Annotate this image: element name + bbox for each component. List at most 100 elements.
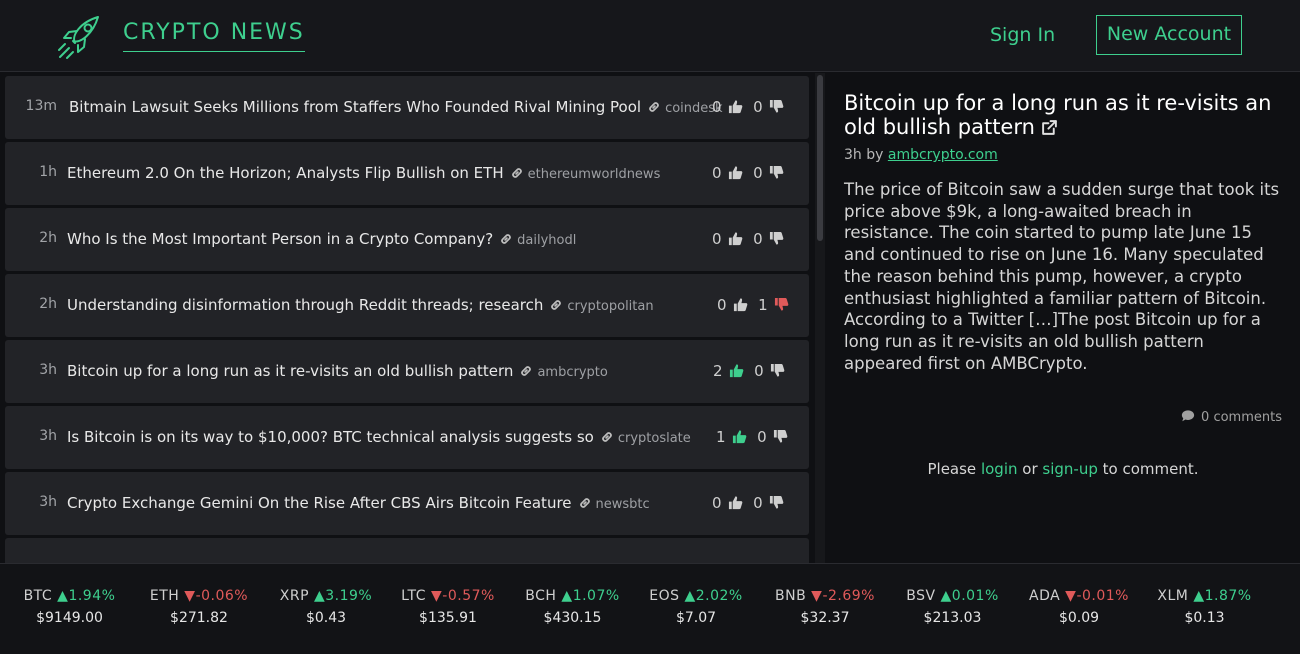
news-headline[interactable]: Understanding disinformation through Red… (67, 296, 543, 314)
news-item[interactable]: 1h Ethereum 2.0 On the Horizon; Analysts… (5, 142, 809, 205)
news-source[interactable]: cryptoslate (618, 431, 691, 446)
news-headline[interactable]: Bitmain Lawsuit Seeks Millions from Staf… (69, 98, 641, 116)
ticker-price: $271.82 (170, 610, 228, 626)
thumbs-down-icon[interactable] (770, 363, 785, 378)
downvote-count: 0 (753, 230, 763, 248)
thumbs-up-icon[interactable] (728, 495, 743, 510)
thumbs-up-icon[interactable] (728, 231, 743, 246)
up-arrow-icon: ▲ (1193, 588, 1205, 604)
news-title[interactable]: Bitcoin up for a long run as it re-visit… (67, 362, 608, 380)
new-account-button[interactable]: New Account (1096, 15, 1242, 55)
ticker-item-ltc[interactable]: LTC ▼-0.57% $135.91 (389, 588, 507, 626)
news-title[interactable]: Ethereum 2.0 On the Horizon; Analysts Fl… (67, 164, 660, 182)
news-time: 2h (39, 230, 57, 246)
news-item[interactable]: 3h Is Bitcoin is on its way to $10,000? … (5, 406, 809, 469)
news-list: 13m Bitmain Lawsuit Seeks Millions from … (0, 73, 815, 563)
news-title[interactable]: Is Bitcoin is on its way to $10,000? BTC… (67, 428, 691, 446)
thumbs-up-icon[interactable] (732, 429, 747, 444)
ticker-item-eos[interactable]: EOS ▲2.02% $7.07 (639, 588, 753, 626)
vote-controls: 0 0 (712, 494, 789, 512)
ticker-item-eth[interactable]: ETH ▼-0.06% $271.82 (136, 588, 262, 626)
ticker-item-ada[interactable]: ADA ▼-0.01% $0.09 (1018, 588, 1140, 626)
news-item[interactable]: 3h Bitcoin up for a long run as it re-vi… (5, 340, 809, 403)
news-headline[interactable]: Ethereum 2.0 On the Horizon; Analysts Fl… (67, 164, 504, 182)
news-title[interactable]: Bitmain Lawsuit Seeks Millions from Staf… (69, 98, 723, 116)
news-title[interactable]: Crypto Exchange Gemini On the Rise After… (67, 494, 650, 512)
news-time: 3h (39, 362, 57, 378)
ticker-item-xrp[interactable]: XRP ▲3.19% $0.43 (270, 588, 382, 626)
ticker-symbol: XLM (1157, 588, 1189, 604)
news-source[interactable]: newsbtc (596, 497, 650, 512)
news-title[interactable]: Understanding disinformation through Red… (67, 296, 654, 314)
ticker-item-bsv[interactable]: BSV ▲0.01% $213.03 (897, 588, 1008, 626)
news-item[interactable]: 3h Crypto Exchange Gemini On the Rise Af… (5, 472, 809, 535)
ticker-change: 0.01% (951, 588, 999, 604)
external-link-icon[interactable] (1041, 119, 1058, 136)
news-source[interactable]: ethereumworldnews (528, 167, 661, 182)
news-item[interactable]: 13m Bitmain Lawsuit Seeks Millions from … (5, 76, 809, 139)
link-icon[interactable] (549, 298, 563, 312)
thumbs-down-icon[interactable] (769, 495, 784, 510)
thumbs-down-icon[interactable] (773, 429, 788, 444)
ticker-item-bch[interactable]: BCH ▲1.07% $430.15 (516, 588, 629, 626)
link-icon[interactable] (510, 166, 524, 180)
ticker-symbol: ADA (1029, 588, 1061, 604)
downvote-count: 0 (753, 494, 763, 512)
link-icon[interactable] (578, 496, 592, 510)
news-headline[interactable]: Crypto Exchange Gemini On the Rise After… (67, 494, 572, 512)
ticker-item-xlm[interactable]: XLM ▲1.87% $0.13 (1148, 588, 1261, 626)
news-source[interactable]: dailyhodl (517, 233, 576, 248)
sign-in-link[interactable]: Sign In (990, 24, 1055, 46)
ticker-symbol: BTC (23, 588, 53, 604)
ticker-symbol: LTC (401, 588, 427, 604)
ticker-symbol: XRP (279, 588, 310, 604)
thumbs-down-icon[interactable] (769, 165, 784, 180)
comments-label[interactable]: 0 comments (1201, 410, 1282, 425)
news-source[interactable]: cryptopolitan (567, 299, 653, 314)
news-headline[interactable]: Is Bitcoin is on its way to $10,000? BTC… (67, 428, 594, 446)
news-headline[interactable]: Bitcoin up for a long run as it re-visit… (67, 362, 513, 380)
news-item[interactable]: 2h Who Is the Most Important Person in a… (5, 208, 809, 271)
prompt-please: Please (927, 460, 977, 478)
list-scrollbar[interactable] (815, 73, 825, 563)
thumbs-down-icon[interactable] (769, 231, 784, 246)
ticker-symbol: BSV (906, 588, 936, 604)
scrollbar-thumb[interactable] (817, 75, 823, 241)
ticker-change: 1.94% (68, 588, 116, 604)
link-icon[interactable] (647, 100, 661, 114)
thumbs-up-icon[interactable] (728, 99, 743, 114)
ticker-price: $0.09 (1058, 610, 1100, 626)
upvote-count: 0 (712, 164, 722, 182)
thumbs-up-icon[interactable] (733, 297, 748, 312)
article-title[interactable]: Bitcoin up for a long run as it re-visit… (844, 91, 1284, 139)
login-link[interactable]: login (981, 460, 1018, 478)
news-source[interactable]: ambcrypto (537, 365, 607, 380)
ticker-price: $7.07 (675, 610, 717, 626)
ticker-item-btc[interactable]: BTC ▲1.94% $9149.00 (13, 588, 126, 626)
upvote-count: 0 (712, 230, 722, 248)
link-icon[interactable] (600, 430, 614, 444)
article-author-link[interactable]: ambcrypto.com (888, 147, 998, 163)
news-item-partial[interactable] (5, 538, 809, 563)
news-time: 13m (25, 98, 57, 114)
news-title[interactable]: Who Is the Most Important Person in a Cr… (67, 230, 576, 248)
signup-link[interactable]: sign-up (1042, 460, 1097, 478)
vote-controls: 0 0 (712, 164, 789, 182)
upvote-count: 2 (713, 362, 723, 380)
site-title[interactable]: CRYPTO NEWS (123, 20, 305, 52)
link-icon[interactable] (519, 364, 533, 378)
rocket-logo-icon[interactable] (56, 12, 104, 60)
thumbs-down-icon[interactable] (769, 99, 784, 114)
link-icon[interactable] (499, 232, 513, 246)
upvote-count: 0 (712, 98, 722, 116)
comments-count[interactable]: 0 comments (1181, 409, 1282, 425)
thumbs-up-icon[interactable] (728, 165, 743, 180)
downvote-count: 1 (758, 296, 768, 314)
up-arrow-icon: ▲ (57, 588, 69, 604)
thumbs-down-icon[interactable] (774, 297, 789, 312)
ticker-price: $9149.00 (36, 610, 103, 626)
thumbs-up-icon[interactable] (729, 363, 744, 378)
news-item[interactable]: 2h Understanding disinformation through … (5, 274, 809, 337)
ticker-item-bnb[interactable]: BNB ▼-2.69% $32.37 (762, 588, 888, 626)
news-headline[interactable]: Who Is the Most Important Person in a Cr… (67, 230, 493, 248)
